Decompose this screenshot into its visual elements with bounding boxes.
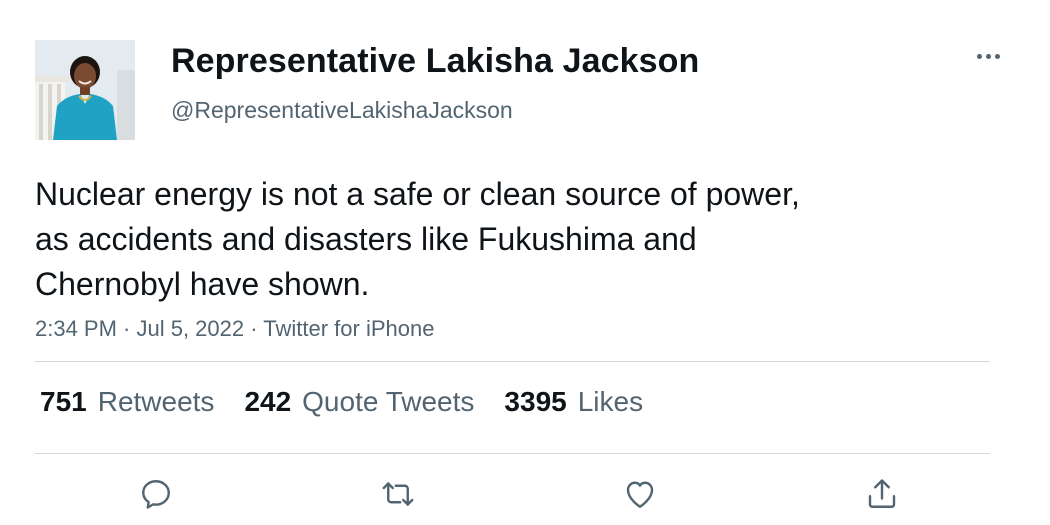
retweet-button[interactable]	[378, 474, 418, 514]
retweets-label: Retweets	[97, 386, 215, 417]
dot	[994, 53, 1000, 59]
display-name[interactable]: Representative Lakisha Jackson	[171, 42, 699, 81]
retweet-icon	[382, 482, 414, 506]
dot	[976, 53, 982, 59]
likes-label: Likes	[577, 386, 644, 417]
share-button[interactable]	[862, 474, 902, 514]
user-handle[interactable]: @RepresentativeLakishaJackson	[171, 97, 513, 124]
tweet-text-line: as accidents and disasters like Fukushim…	[35, 221, 697, 257]
avatar[interactable]	[35, 40, 135, 140]
divider	[35, 361, 990, 362]
tweet-stats: 751 Retweets 242 Quote Tweets 3395 Likes	[40, 386, 673, 418]
quote-tweets-count: 242	[244, 386, 292, 417]
reply-button[interactable]	[136, 474, 176, 514]
likes-stat[interactable]: 3395 Likes	[504, 386, 643, 418]
retweets-stat[interactable]: 751 Retweets	[40, 386, 214, 418]
dot	[985, 53, 991, 59]
tweet-text: Nuclear energy is not a safe or clean so…	[35, 172, 935, 307]
tweet-card: Representative Lakisha Jackson @Represen…	[0, 0, 1050, 525]
avatar-photo	[35, 40, 135, 140]
tweet-timestamp-source[interactable]: 2:34 PM · Jul 5, 2022 · Twitter for iPho…	[35, 316, 434, 342]
tweet-text-line: Nuclear energy is not a safe or clean so…	[35, 176, 800, 212]
share-icon	[868, 479, 896, 508]
divider	[35, 453, 990, 454]
likes-count: 3395	[504, 386, 567, 417]
reply-icon	[142, 480, 170, 509]
like-button[interactable]	[620, 474, 660, 514]
heart-icon	[626, 481, 654, 508]
tweet-text-line: Chernobyl have shown.	[35, 266, 370, 302]
more-options-icon[interactable]	[970, 44, 1006, 68]
quote-tweets-stat[interactable]: 242 Quote Tweets	[244, 386, 474, 418]
retweets-count: 751	[40, 386, 87, 417]
quote-tweets-label: Quote Tweets	[302, 386, 475, 417]
